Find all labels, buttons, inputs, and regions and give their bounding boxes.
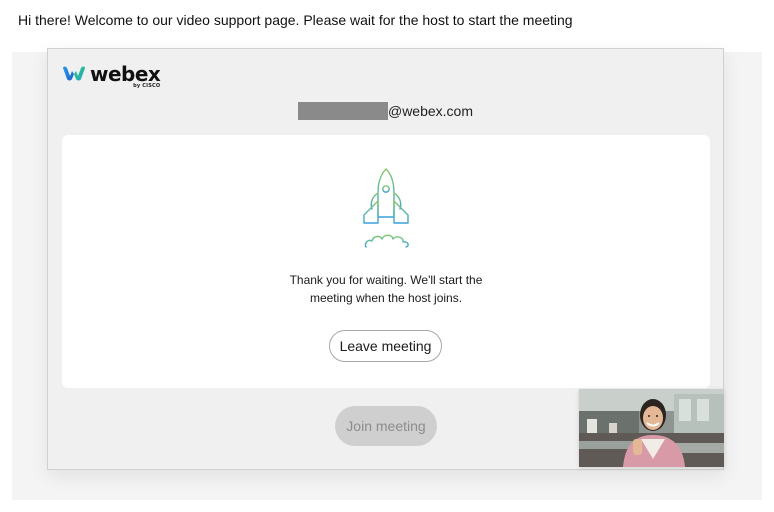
email-suffix: @webex.com — [387, 103, 474, 119]
user-email: @webex.com — [48, 101, 723, 121]
waiting-card: Thank you for waiting. We'll start the m… — [62, 135, 724, 467]
webex-logo: webex by CISCO — [62, 63, 161, 89]
webex-wordmark: webex by CISCO — [90, 63, 161, 89]
camera-preview-image — [579, 389, 724, 467]
leave-meeting-button[interactable]: Leave meeting — [329, 330, 442, 362]
waiting-message: Thank you for waiting. We'll start the m… — [62, 271, 710, 307]
welcome-text: Hi there! Welcome to our video support p… — [18, 12, 573, 28]
rocket-icon — [363, 168, 409, 248]
webex-logo-icon — [63, 66, 85, 81]
logo-sub-text: by CISCO — [133, 83, 161, 89]
self-view-video — [579, 389, 724, 467]
email-redaction — [297, 102, 388, 120]
waiting-message-line-1: Thank you for waiting. We'll start the — [289, 273, 483, 287]
webex-widget: webex by CISCO @webex.com Thank you for … — [47, 48, 724, 470]
join-meeting-button[interactable]: Join meeting — [335, 406, 437, 446]
waiting-message-line-2: meeting when the host joins. — [309, 291, 463, 305]
